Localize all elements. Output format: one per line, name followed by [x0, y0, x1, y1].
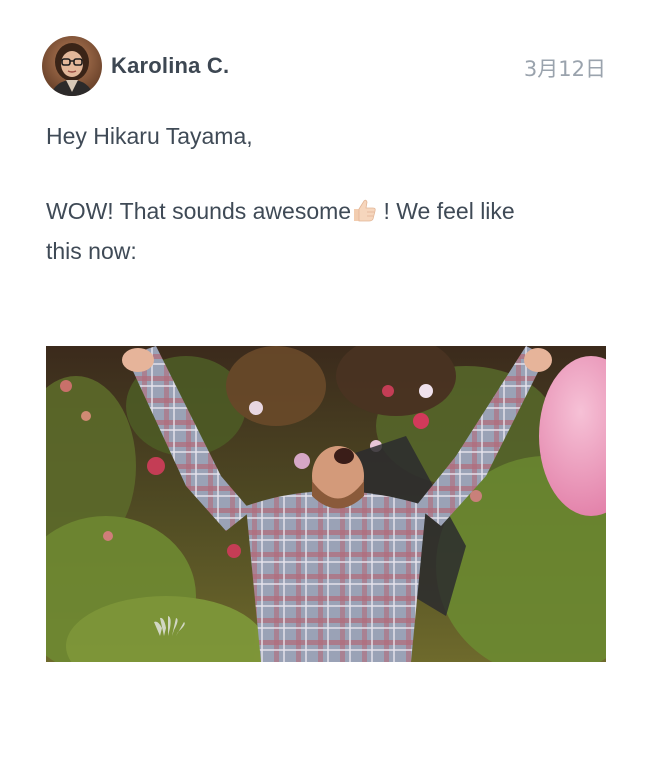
sender-avatar[interactable]	[42, 36, 102, 96]
body-text-part3: this now:	[46, 238, 137, 264]
body-text-part2: ! We feel like	[377, 198, 515, 224]
body-text-part1: WOW! That sounds awesome	[46, 198, 352, 224]
body-paragraph: WOW! That sounds awesome ! We feel like …	[46, 193, 606, 270]
greeting-text: Hey Hikaru Tayama,	[46, 123, 253, 149]
message-body: Hey Hikaru Tayama, WOW! That sounds awes…	[46, 118, 606, 270]
email-message: Karolina C. 3月12日 Hey Hikaru Tayama, WOW…	[0, 0, 648, 760]
sender-name[interactable]: Karolina C.	[111, 53, 229, 79]
thumbs-up-icon	[351, 196, 377, 233]
message-header: Karolina C. 3月12日	[42, 36, 606, 96]
message-date: 3月12日	[523, 57, 606, 81]
celebration-gif[interactable]	[46, 346, 606, 662]
